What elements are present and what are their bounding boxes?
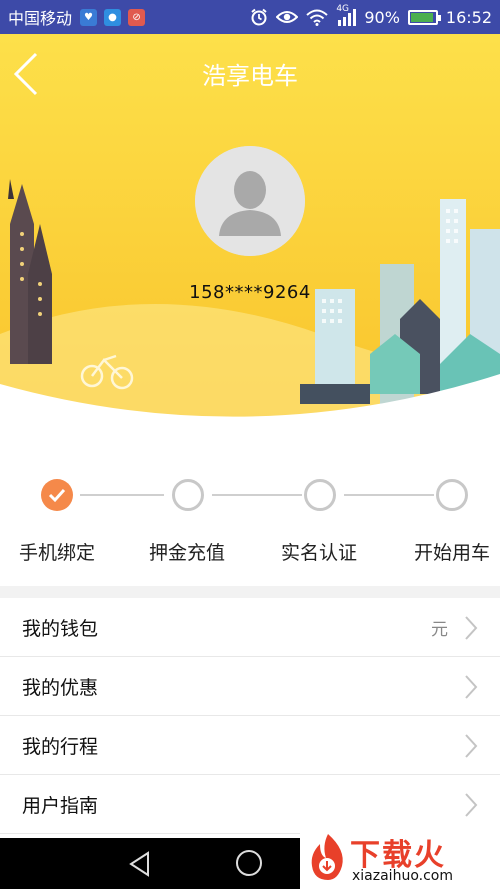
network-type: 4G [336, 4, 350, 14]
wallet-value: 元 [431, 619, 448, 640]
watermark-url: xiazaihuo.com [352, 868, 453, 884]
signal-indicator: 4G [336, 4, 357, 26]
chevron-right-icon [465, 734, 478, 758]
account-menu: 我的钱包 元 我的优惠 我的行程 用户指南 [0, 598, 500, 834]
alarm-icon [251, 8, 267, 26]
menu-item-label: 我的行程 [22, 735, 99, 758]
eye-icon [276, 11, 299, 23]
battery-percent: 90% [364, 7, 400, 27]
carrier-label: 中国移动 [8, 9, 73, 28]
registration-steps: 手机绑定 押金充值 实名认证 开始用车 [0, 446, 500, 586]
phone-number: 158****9264 [189, 282, 311, 303]
step-label-start: 开始用车 [413, 542, 490, 564]
chevron-right-icon [465, 793, 478, 817]
avatar[interactable] [195, 146, 305, 256]
step-circle [436, 479, 468, 511]
step-connector [344, 494, 434, 496]
menu-item-coupons[interactable]: 我的优惠 [0, 657, 500, 716]
message-notification-icon: ● [104, 8, 122, 26]
battery-icon [407, 9, 441, 25]
menu-item-trips[interactable]: 我的行程 [0, 716, 500, 775]
step-check-icon [41, 479, 73, 511]
clock: 16:52 [445, 7, 492, 27]
step-circle [172, 479, 204, 511]
menu-item-label: 我的钱包 [22, 617, 99, 640]
step-connector [80, 494, 164, 496]
blocked-notification-icon: ⊘ [128, 8, 146, 26]
nav-home-icon[interactable] [236, 850, 262, 876]
menu-item-label: 用户指南 [22, 794, 99, 817]
menu-item-wallet[interactable]: 我的钱包 元 [0, 598, 500, 657]
user-silhouette-icon [195, 146, 305, 256]
page-title: 浩享电车 [202, 62, 298, 90]
flame-logo-icon [311, 834, 343, 880]
step-label-deposit: 押金充值 [148, 542, 225, 564]
chevron-right-icon [465, 675, 478, 699]
step-label-phone: 手机绑定 [18, 542, 95, 564]
status-right: 4G 90% 16:52 [250, 4, 492, 27]
menu-item-label: 我的优惠 [22, 676, 99, 699]
section-divider [0, 586, 500, 598]
status-bar: 中国移动 ♥ ● ⊘ 4G 90% 16:52 [0, 0, 500, 34]
notification-app-icon: ♥ [80, 8, 98, 26]
chevron-right-icon [465, 616, 478, 640]
step-label-verify: 实名认证 [280, 542, 357, 564]
watermark: 下载火 xiazaihuo.com [300, 826, 500, 889]
profile-banner: 浩享电车 158****9264 [0, 34, 500, 446]
step-connector [212, 494, 302, 496]
wifi-icon [306, 9, 328, 26]
nav-back-icon[interactable] [128, 851, 152, 877]
step-circle [304, 479, 336, 511]
